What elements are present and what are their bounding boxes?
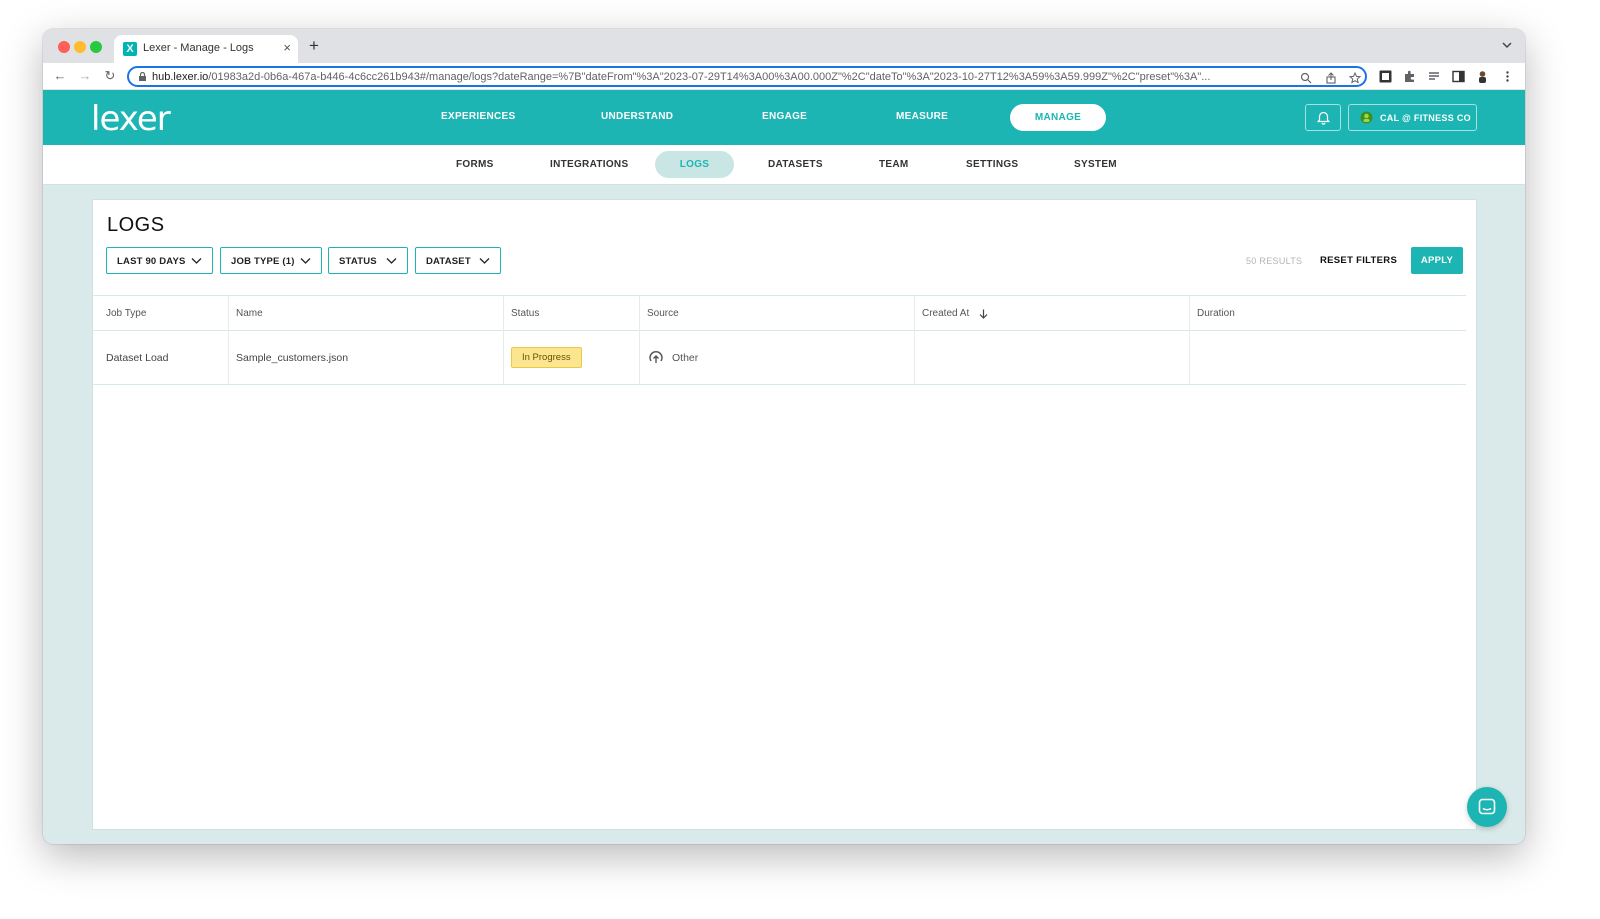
lexer-logo[interactable]: lexer: [91, 99, 171, 139]
column-label: Duration: [1197, 308, 1235, 319]
cell-created-at: [915, 331, 1190, 384]
close-window-button[interactable]: [58, 41, 70, 53]
column-header-status[interactable]: Status: [504, 296, 640, 331]
extensions-puzzle-icon[interactable]: [1403, 70, 1416, 83]
subnav-datasets[interactable]: DATASETS: [768, 159, 823, 170]
browser-window: X Lexer - Manage - Logs × + ← → ↻ hub.le…: [43, 29, 1525, 844]
chevron-down-icon: [191, 258, 202, 264]
logs-panel: LOGS LAST 90 DAYS JOB TYPE (1) STATUS DA…: [92, 199, 1477, 830]
sort-descending-arrow-icon[interactable]: [979, 309, 988, 319]
tab-search-chevron-icon[interactable]: [1501, 39, 1513, 51]
extension-framer-icon[interactable]: [1379, 70, 1392, 83]
column-label: Status: [511, 308, 540, 319]
maximize-window-button[interactable]: [90, 41, 102, 53]
side-panel-icon[interactable]: [1452, 70, 1465, 83]
browser-tab[interactable]: X Lexer - Manage - Logs ×: [114, 35, 298, 63]
notifications-button[interactable]: [1305, 104, 1341, 131]
filter-label: DATASET: [426, 256, 471, 267]
nav-measure[interactable]: MEASURE: [896, 111, 948, 122]
filter-label: LAST 90 DAYS: [117, 256, 186, 267]
tab-close-icon[interactable]: ×: [283, 40, 291, 55]
name-value: Sample_customers.json: [236, 352, 349, 364]
column-header-source[interactable]: Source: [640, 296, 915, 331]
account-label: CAL @ FITNESS CO: [1380, 113, 1471, 123]
minimize-window-button[interactable]: [74, 41, 86, 53]
browser-toolbar: ← → ↻ hub.lexer.io/01983a2d-0b6a-467a-b4…: [43, 63, 1525, 90]
cell-status: In Progress: [504, 331, 640, 384]
app-header: lexer EXPERIENCES UNDERSTAND ENGAGE MEAS…: [43, 90, 1525, 145]
status-filter[interactable]: STATUS: [328, 247, 408, 274]
url-host: hub.lexer.io: [152, 71, 209, 83]
reset-filters-button[interactable]: RESET FILTERS: [1320, 255, 1397, 266]
date-range-filter[interactable]: LAST 90 DAYS: [106, 247, 213, 274]
bell-icon: [1317, 111, 1330, 125]
url-path: /01983a2d-0b6a-467a-b446-4c6cc261b943#/m…: [208, 71, 1211, 83]
subnav-team[interactable]: TEAM: [879, 159, 909, 170]
apply-button[interactable]: APPLY: [1411, 247, 1463, 274]
nav-understand[interactable]: UNDERSTAND: [601, 111, 673, 122]
browser-tab-strip: X Lexer - Manage - Logs × +: [43, 29, 1525, 63]
lexer-favicon-icon: X: [123, 42, 137, 56]
subnav-logs[interactable]: LOGS: [655, 151, 734, 178]
chevron-down-icon: [300, 258, 311, 264]
column-label: Source: [647, 308, 679, 319]
subnav-forms[interactable]: FORMS: [456, 159, 494, 170]
column-header-name[interactable]: Name: [229, 296, 504, 331]
dataset-filter[interactable]: DATASET: [415, 247, 501, 274]
reload-button[interactable]: ↻: [102, 68, 118, 84]
column-header-duration[interactable]: Duration: [1190, 296, 1466, 331]
column-label: Name: [236, 308, 263, 319]
nav-experiences[interactable]: EXPERIENCES: [441, 111, 515, 122]
chevron-down-icon: [386, 258, 397, 264]
new-tab-button[interactable]: +: [309, 37, 319, 54]
subnav-integrations[interactable]: INTEGRATIONS: [550, 159, 628, 170]
zoom-icon[interactable]: [1300, 72, 1312, 84]
nav-engage[interactable]: ENGAGE: [762, 111, 807, 122]
filter-label: JOB TYPE (1): [231, 256, 295, 267]
column-header-created-at[interactable]: Created At: [915, 296, 1190, 331]
chat-launcher-button[interactable]: [1467, 787, 1507, 827]
subnav-system[interactable]: SYSTEM: [1074, 159, 1117, 170]
cell-job-type: Dataset Load: [93, 331, 229, 384]
forward-button[interactable]: →: [77, 68, 93, 84]
cell-duration: [1190, 331, 1466, 384]
cell-source: Other: [640, 331, 915, 384]
status-badge: In Progress: [511, 347, 582, 368]
column-label: Job Type: [106, 308, 147, 319]
address-bar[interactable]: hub.lexer.io/01983a2d-0b6a-467a-b446-4c6…: [127, 66, 1367, 87]
column-header-job-type[interactable]: Job Type: [93, 296, 229, 331]
url-text: hub.lexer.io/01983a2d-0b6a-467a-b446-4c6…: [152, 71, 1282, 83]
tab-title: Lexer - Manage - Logs: [143, 42, 254, 54]
profile-avatar-icon[interactable]: [1476, 70, 1489, 83]
share-icon[interactable]: [1325, 72, 1337, 84]
chevron-down-icon: [479, 258, 490, 264]
bookmark-star-icon[interactable]: [1349, 72, 1361, 84]
page-title: LOGS: [107, 214, 165, 236]
filter-label: STATUS: [339, 256, 377, 267]
job-type-value: Dataset Load: [106, 352, 169, 364]
back-button[interactable]: ←: [52, 68, 68, 84]
cell-name: Sample_customers.json: [229, 331, 504, 384]
manage-subnav: FORMS INTEGRATIONS LOGS DATASETS TEAM SE…: [43, 145, 1525, 185]
nav-manage[interactable]: MANAGE: [1010, 104, 1106, 131]
reading-list-icon[interactable]: [1428, 70, 1441, 83]
lock-icon: [139, 72, 146, 81]
results-count: 50 RESULTS: [1246, 256, 1303, 266]
account-switcher-button[interactable]: CAL @ FITNESS CO: [1348, 104, 1477, 131]
table-header: Job Type Name Status Source Created At D…: [93, 295, 1466, 331]
upload-source-icon: [649, 351, 663, 363]
subnav-settings[interactable]: SETTINGS: [966, 159, 1018, 170]
browser-menu-icon[interactable]: [1501, 70, 1514, 83]
chat-icon: [1478, 798, 1496, 815]
column-label: Created At: [922, 308, 970, 319]
table-row[interactable]: Dataset Load Sample_customers.json In Pr…: [93, 331, 1466, 385]
job-type-filter[interactable]: JOB TYPE (1): [220, 247, 322, 274]
source-value: Other: [672, 352, 699, 364]
account-avatar-icon: [1360, 111, 1373, 124]
